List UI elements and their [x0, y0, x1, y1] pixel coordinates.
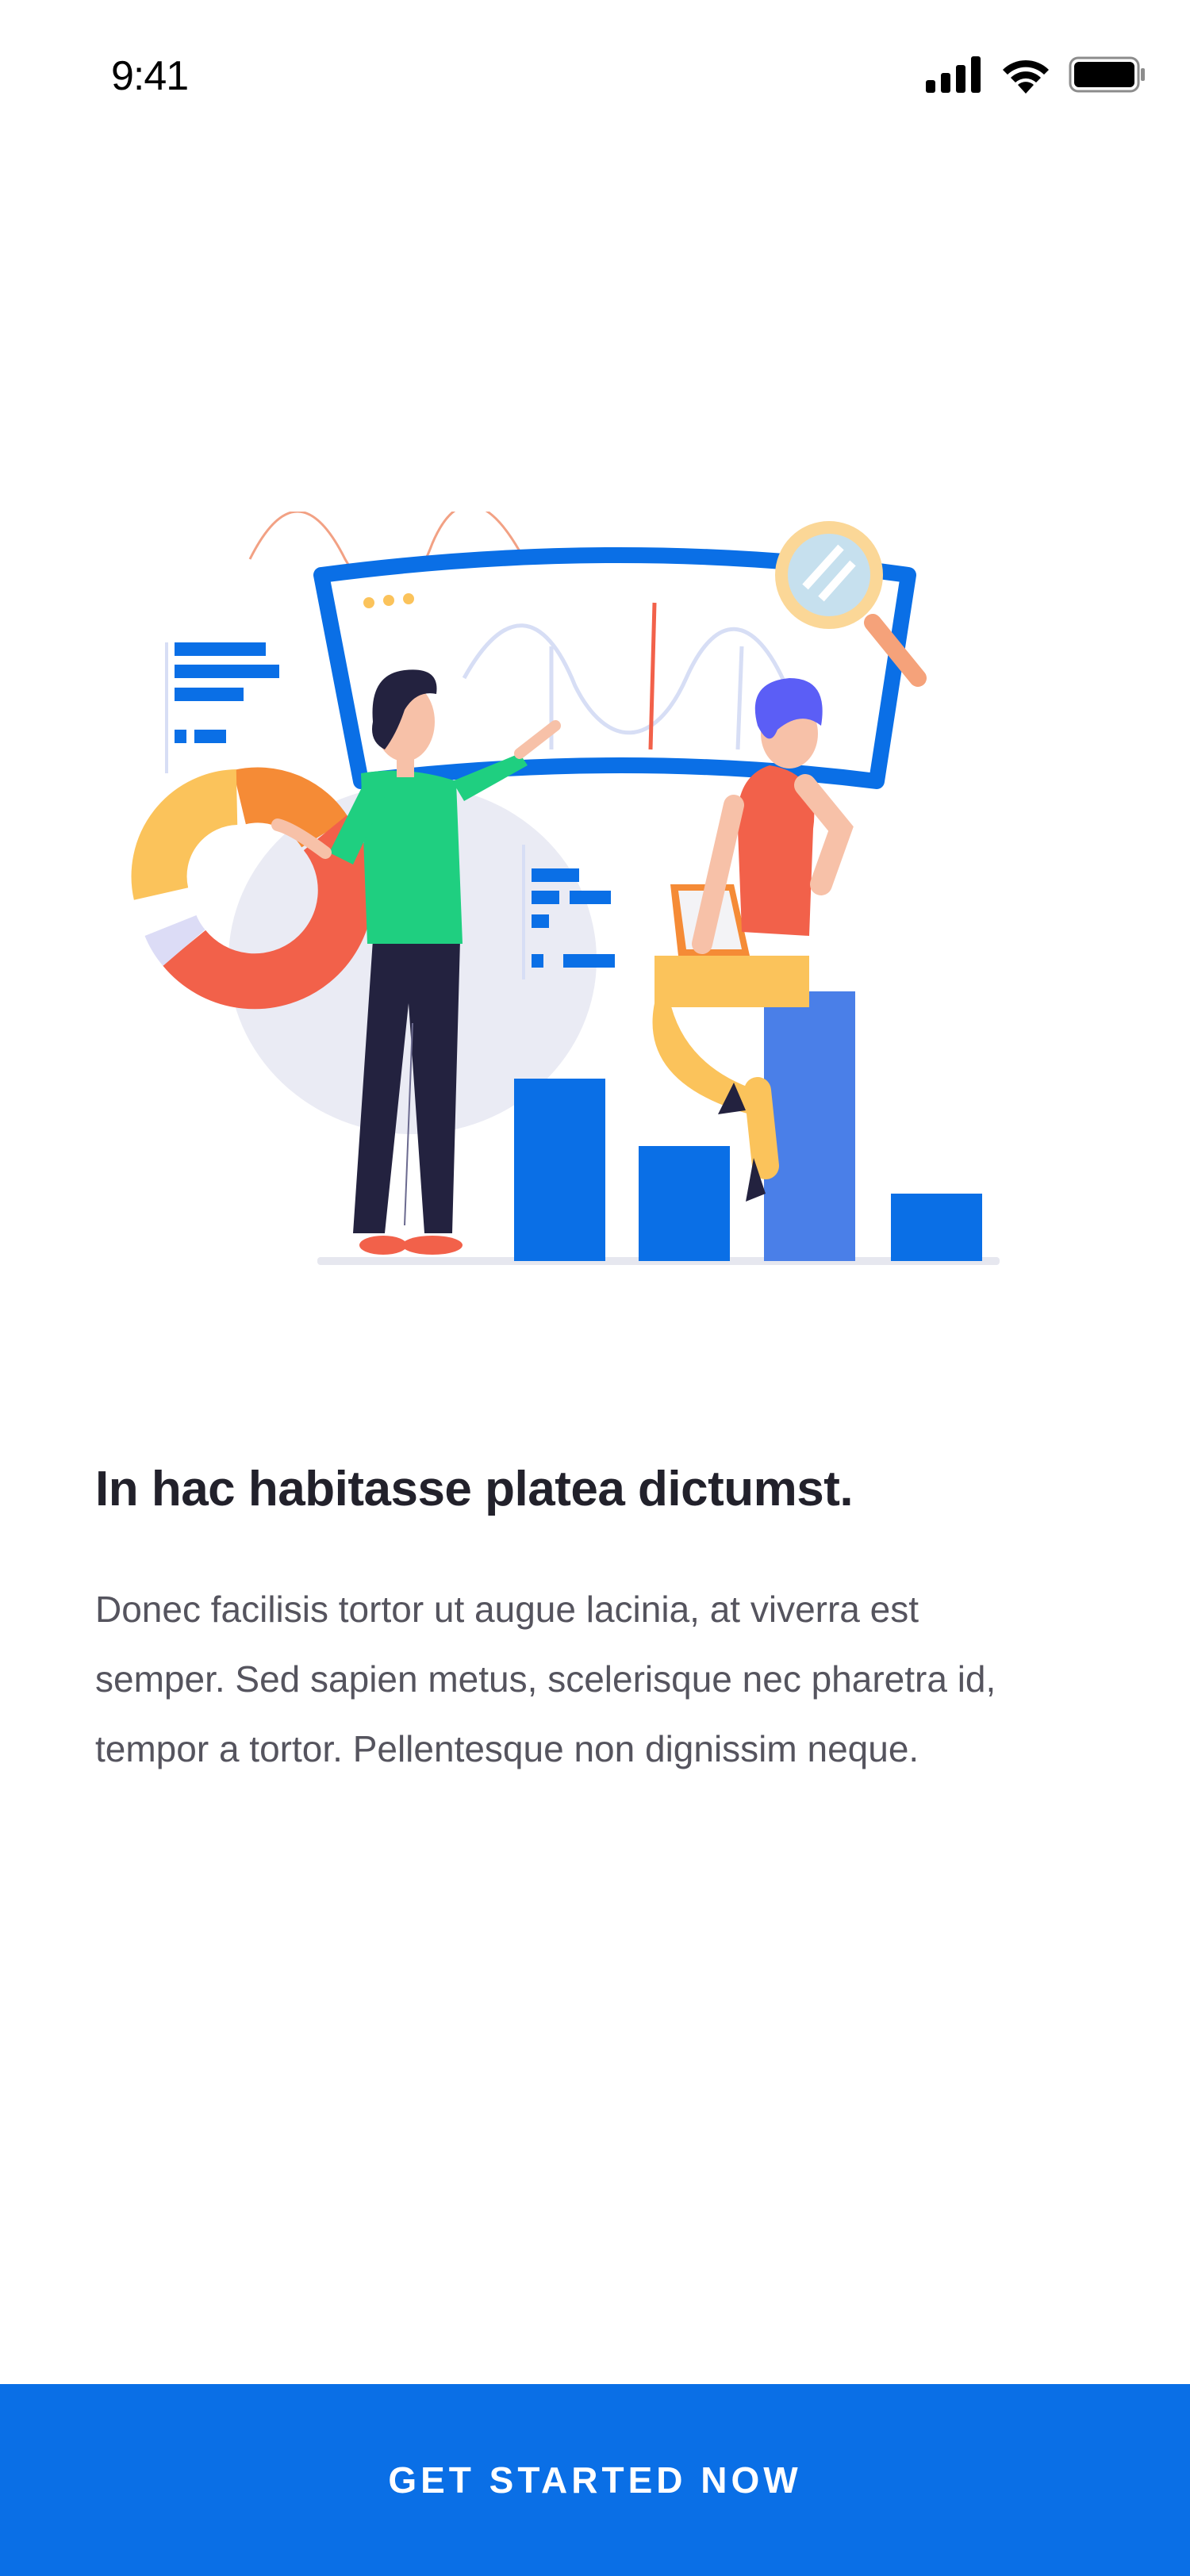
onboarding-screen: 9:41 In hac habitasse platea dictumst. D… — [0, 0, 1190, 2576]
analytics-team-illustration — [131, 512, 1000, 1269]
status-icons — [926, 54, 1146, 95]
status-bar: 9:41 — [111, 51, 1146, 99]
wifi-icon — [1000, 56, 1051, 94]
mini-bar-chart-left — [165, 642, 279, 773]
description-text: Donec facilisis tortor ut augue lacinia,… — [95, 1589, 996, 1769]
status-time: 9:41 — [111, 53, 189, 99]
get-started-button[interactable]: GET STARTED NOW — [0, 2384, 1190, 2576]
page-title: In hac habitasse platea dictumst. — [95, 1462, 854, 1516]
cellular-signal-icon — [926, 56, 983, 93]
get-started-label: GET STARTED NOW — [388, 2459, 802, 2501]
battery-icon — [1069, 56, 1146, 93]
